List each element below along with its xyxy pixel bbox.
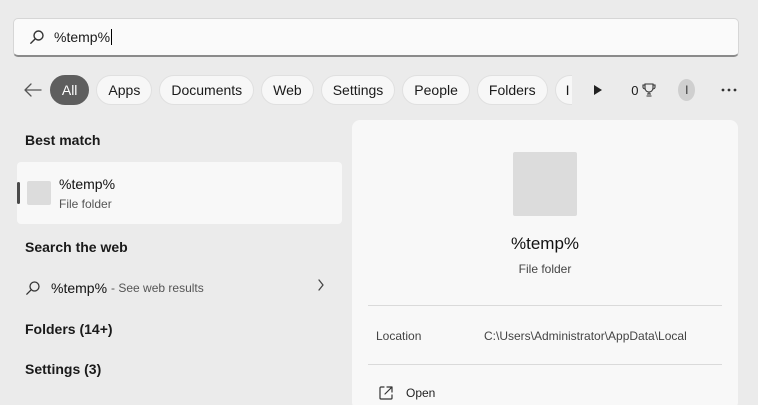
filter-chip-people[interactable]: People — [402, 75, 470, 105]
more-options-button[interactable] — [717, 75, 740, 105]
folders-category[interactable]: Folders (14+) — [25, 321, 113, 337]
folder-thumbnail — [27, 181, 51, 205]
result-name: %temp% — [59, 175, 116, 192]
play-icon — [593, 85, 602, 95]
points-count: 0 — [631, 82, 639, 98]
best-match-heading: Best match — [25, 132, 101, 148]
filter-chip-settings[interactable]: Settings — [320, 75, 396, 105]
chevron-right-icon — [318, 279, 324, 291]
location-value: C:\Users\Administrator\AppData\Local — [484, 329, 687, 343]
scroll-filters-button[interactable] — [586, 75, 609, 105]
search-icon — [26, 281, 40, 295]
result-type: File folder — [59, 196, 112, 211]
web-search-result[interactable]: %temp% - See web results — [25, 277, 335, 299]
search-web-heading: Search the web — [25, 239, 128, 255]
back-button[interactable] — [20, 75, 46, 105]
filter-chip-folders[interactable]: Folders — [476, 75, 548, 105]
best-match-result[interactable]: %temp% File folder — [17, 162, 342, 224]
divider — [368, 364, 722, 365]
filter-chip-web[interactable]: Web — [261, 75, 314, 105]
search-input[interactable]: %temp% — [54, 29, 113, 45]
selection-indicator — [17, 182, 20, 204]
filter-chip-all[interactable]: All — [49, 75, 90, 105]
more-icon — [721, 88, 737, 92]
text-caret — [111, 29, 113, 45]
divider — [368, 305, 722, 306]
open-label: Open — [406, 386, 436, 400]
filter-chip-documents[interactable]: Documents — [159, 75, 255, 105]
back-arrow-icon — [24, 83, 42, 97]
preview-pane: %temp% File folder Location C:\Users\Adm… — [352, 120, 738, 405]
preview-name: %temp% — [510, 234, 580, 253]
open-action[interactable]: Open — [378, 385, 435, 401]
filter-chip-apps[interactable]: Apps — [96, 75, 153, 105]
search-icon — [28, 28, 46, 46]
settings-category[interactable]: Settings (3) — [25, 361, 101, 377]
rewards-points[interactable]: 0 — [631, 82, 657, 98]
open-external-icon — [379, 386, 393, 400]
location-label: Location — [376, 329, 422, 343]
filter-chip-more[interactable]: I — [554, 75, 573, 105]
search-box[interactable]: %temp% — [13, 18, 739, 57]
folder-thumbnail-large — [513, 152, 577, 216]
avatar[interactable]: I — [678, 79, 696, 101]
filter-bar: All Apps Documents Web Settings People F… — [20, 74, 740, 106]
preview-type: File folder — [518, 262, 572, 276]
web-query: %temp% — [51, 280, 108, 296]
trophy-icon — [642, 83, 657, 97]
web-hint: - See web results — [111, 281, 204, 295]
